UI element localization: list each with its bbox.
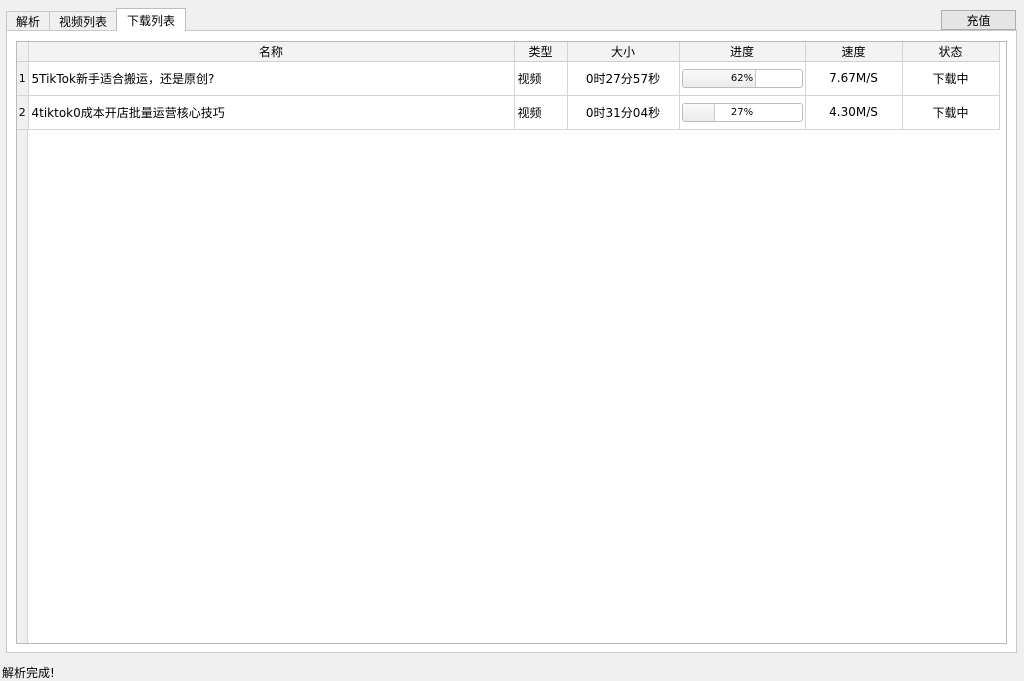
progress-bar: 62%	[681, 68, 803, 88]
status-bar-text: 解析完成!	[2, 666, 55, 680]
download-list-panel: 名称 类型 大小 进度 速度 状态 1 5TikTok新手适合搬运，还是原创? …	[6, 30, 1017, 653]
table-row[interactable]: 1 5TikTok新手适合搬运，还是原创? 视频 0时27分57秒 62% 7.…	[17, 61, 1000, 96]
download-status: 下载中	[902, 95, 1000, 130]
row-header-column	[17, 42, 28, 643]
download-table: 名称 类型 大小 进度 速度 状态 1 5TikTok新手适合搬运，还是原创? …	[16, 41, 1007, 644]
row-number[interactable]: 1	[17, 61, 29, 96]
recharge-button[interactable]: 充值	[941, 10, 1016, 30]
app-window: 解析 视频列表 下载列表 充值 名称 类型 大小 进度 速度 状态 1 5Tik…	[0, 0, 1024, 681]
video-name: 4tiktok0成本开店批量运营核心技巧	[28, 95, 515, 130]
progress-cell: 27%	[679, 95, 806, 130]
tab-parse[interactable]: 解析	[6, 11, 51, 31]
table-header-row: 名称 类型 大小 进度 速度 状态	[17, 42, 1000, 62]
column-header-status[interactable]: 状态	[902, 42, 1000, 62]
column-header-name[interactable]: 名称	[28, 42, 515, 62]
column-header-progress[interactable]: 进度	[679, 42, 806, 62]
video-name: 5TikTok新手适合搬运，还是原创?	[28, 61, 515, 96]
download-status: 下载中	[902, 61, 1000, 96]
tab-bar: 解析 视频列表 下载列表	[6, 8, 187, 31]
tab-download-list[interactable]: 下载列表	[116, 8, 187, 31]
column-header-size[interactable]: 大小	[567, 42, 680, 62]
video-type: 视频	[514, 61, 568, 96]
progress-label: 62%	[730, 72, 754, 84]
column-header-type[interactable]: 类型	[514, 42, 568, 62]
column-header-speed[interactable]: 速度	[805, 42, 903, 62]
table-corner[interactable]	[17, 42, 29, 62]
video-size: 0时31分04秒	[567, 95, 680, 130]
tab-video-list[interactable]: 视频列表	[49, 11, 118, 31]
progress-bar: 27%	[681, 102, 803, 122]
row-number[interactable]: 2	[17, 95, 29, 130]
video-type: 视频	[514, 95, 568, 130]
progress-cell: 62%	[679, 61, 806, 96]
download-speed: 7.67M/S	[805, 61, 903, 96]
download-speed: 4.30M/S	[805, 95, 903, 130]
table-row[interactable]: 2 4tiktok0成本开店批量运营核心技巧 视频 0时31分04秒 27% 4…	[17, 95, 1000, 130]
video-size: 0时27分57秒	[567, 61, 680, 96]
progress-label: 27%	[730, 106, 754, 118]
